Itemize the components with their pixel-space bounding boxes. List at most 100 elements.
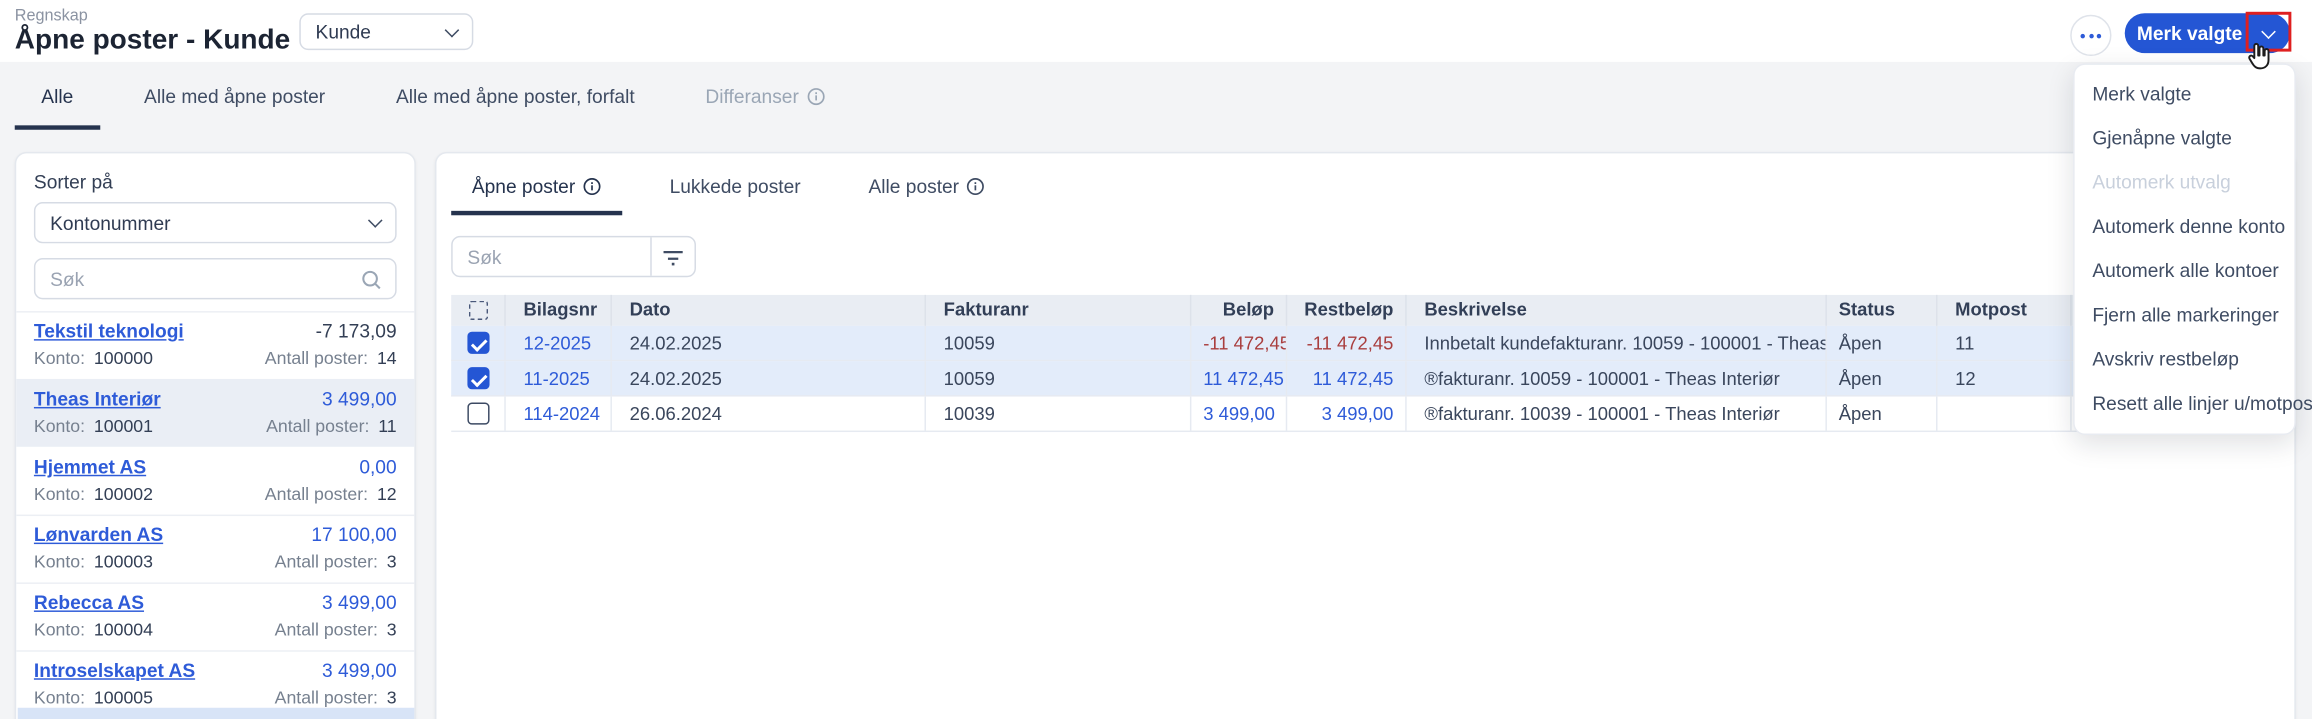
- menu-item[interactable]: Automerk alle kontoer: [2075, 249, 2295, 293]
- tab-apne-poster[interactable]: Åpne poster: [451, 156, 623, 216]
- table-search-input[interactable]: [452, 237, 651, 276]
- table-header-row: Bilagsnr Dato Fakturanr Beløp Restbeløp …: [451, 294, 2280, 326]
- col-beskrivelse[interactable]: Beskrivelse: [1407, 294, 1827, 326]
- account-name-link[interactable]: Rebecca AS: [34, 591, 144, 613]
- col-restbelop[interactable]: Restbeløp: [1287, 294, 1407, 326]
- belop-cell: 3 499,00: [1191, 396, 1288, 431]
- select-all-icon[interactable]: [468, 300, 488, 320]
- filter-button[interactable]: [650, 237, 694, 276]
- antall-poster-label: Antall poster:: [266, 415, 370, 437]
- tab-alle[interactable]: Alle: [15, 62, 99, 130]
- account-list-item[interactable]: Tekstil teknologi -7 173,09 Konto: 100000…: [16, 311, 415, 379]
- postings-table: Bilagsnr Dato Fakturanr Beløp Restbeløp …: [451, 294, 2280, 433]
- context-select[interactable]: Kunde: [299, 13, 474, 51]
- bilagsnr-link[interactable]: 11-2025: [506, 361, 612, 396]
- antall-poster-label: Antall poster:: [264, 347, 369, 369]
- restbelop-cell: -11 472,45: [1287, 325, 1407, 360]
- account-amount: 3 499,00: [322, 659, 397, 682]
- status-cell: Åpen: [1827, 396, 1938, 431]
- account-list-item[interactable]: Rebecca AS 3 499,00 Konto: 100004 Antall …: [16, 582, 415, 650]
- konto-value: 100004: [93, 619, 153, 640]
- merk-valgte-dropdown-toggle[interactable]: [2246, 13, 2290, 53]
- konto-label: Konto:: [33, 619, 86, 640]
- account-list-item[interactable]: Hjemmet AS 0,00 Konto: 100002 Antall post…: [16, 447, 414, 515]
- belop-cell: 11 472,45: [1191, 361, 1288, 396]
- account-amount: 3 499,00: [322, 387, 397, 410]
- bilagsnr-link[interactable]: 114-2024: [506, 396, 612, 431]
- col-status[interactable]: Status: [1827, 294, 1938, 326]
- konto-label: Konto:: [33, 687, 86, 708]
- postings-panel: Åpne poster Lukkede poster Alle poster S…: [434, 151, 2296, 719]
- restbelop-cell: 11 472,45: [1287, 361, 1407, 396]
- account-list-item[interactable]: Theas Interiør 3 499,00 Konto: 100001 Ant…: [16, 378, 415, 447]
- tab-differanser[interactable]: Differanser: [705, 62, 825, 130]
- context-select-value: Kunde: [315, 20, 371, 43]
- row-checkbox[interactable]: [466, 402, 489, 425]
- account-name-link[interactable]: Lønvarden AS: [34, 523, 163, 545]
- col-fakturanr[interactable]: Fakturanr: [926, 294, 1192, 326]
- col-dato[interactable]: Dato: [612, 294, 926, 326]
- antall-poster-value: 11: [378, 415, 397, 437]
- dato-cell: 24.02.2025: [612, 361, 926, 396]
- account-name-link[interactable]: Theas Interiør: [34, 388, 161, 410]
- account-name-link[interactable]: Hjemmet AS: [34, 456, 146, 478]
- col-motpost[interactable]: Motpost: [1937, 294, 2072, 326]
- menu-item[interactable]: Automerk denne konto: [2075, 205, 2295, 249]
- account-list-item[interactable]: Lønvarden AS 17 100,00 Konto: 100003 Anta…: [16, 514, 415, 583]
- merk-valgte-label: Merk valgte: [2136, 22, 2243, 45]
- merk-valgte-button[interactable]: Merk valgte: [2124, 13, 2290, 54]
- search-icon: [362, 270, 381, 290]
- info-icon: [807, 87, 825, 105]
- account-name-link[interactable]: Introselskapet AS: [34, 659, 195, 681]
- antall-poster-label: Antall poster:: [274, 687, 378, 708]
- table-row[interactable]: 11-2025 24.02.2025 10059 11 472,45 11 47…: [451, 361, 2280, 397]
- status-cell: Åpen: [1827, 361, 1938, 396]
- sort-select[interactable]: Kontonummer: [33, 202, 397, 244]
- konto-value: 100002: [93, 483, 153, 505]
- bilagsnr-link[interactable]: 12-2025: [506, 325, 612, 360]
- menu-item[interactable]: Merk valgte: [2075, 72, 2295, 116]
- more-actions-button[interactable]: [2070, 14, 2112, 57]
- col-belop[interactable]: Beløp: [1191, 294, 1288, 326]
- col-bilagsnr[interactable]: Bilagsnr: [506, 294, 612, 326]
- menu-item[interactable]: Automerk utvalg: [2075, 161, 2295, 205]
- menu-item[interactable]: Resett alle linjer u/motpost: [2075, 382, 2312, 426]
- account-name-link[interactable]: Tekstil teknologi: [34, 320, 184, 342]
- account-amount: -7 173,09: [315, 319, 397, 343]
- antall-poster-value: 3: [386, 551, 397, 573]
- tab-alle-med-apne-poster-forfalt[interactable]: Alle med åpne poster, forfalt: [396, 62, 635, 130]
- antall-poster-label: Antall poster:: [264, 483, 369, 505]
- antall-poster-value: 3: [386, 687, 397, 708]
- row-checkbox[interactable]: [466, 331, 489, 354]
- antall-poster-label: Antall poster:: [274, 551, 378, 573]
- konto-label: Konto:: [33, 415, 86, 437]
- breadcrumb: Regnskap: [14, 7, 88, 26]
- konto-label: Konto:: [33, 483, 86, 505]
- dato-cell: 24.02.2025: [612, 325, 926, 360]
- sidebar-scroll-strip[interactable]: [17, 707, 415, 719]
- dato-cell: 26.06.2024: [612, 396, 926, 431]
- tab-alle-med-apne-poster[interactable]: Alle med åpne poster: [144, 62, 325, 130]
- sort-select-value: Kontonummer: [50, 211, 171, 234]
- info-icon: [967, 177, 985, 195]
- menu-item[interactable]: Gjenåpne valgte: [2075, 116, 2295, 160]
- sidebar-search-input[interactable]: [35, 267, 396, 290]
- konto-value: 100000: [93, 347, 153, 369]
- antall-poster-label: Antall poster:: [274, 619, 378, 640]
- postings-tabs: Åpne poster Lukkede poster Alle poster: [451, 156, 2279, 216]
- sidebar-search: [33, 258, 397, 300]
- tab-alle-poster[interactable]: Alle poster: [869, 156, 986, 215]
- account-list: Tekstil teknologi -7 173,09 Konto: 100000…: [16, 311, 415, 718]
- menu-item[interactable]: Avskriv restbeløp: [2075, 338, 2295, 382]
- account-amount: 3 499,00: [322, 591, 397, 614]
- menu-item[interactable]: Fjern alle markeringer: [2075, 293, 2295, 337]
- antall-poster-value: 14: [376, 347, 397, 369]
- table-search-group: [451, 235, 696, 278]
- chevron-down-icon: [2260, 23, 2276, 39]
- table-row[interactable]: 114-2024 26.06.2024 10039 3 499,00 3 499…: [451, 396, 2280, 433]
- tab-lukkede-poster[interactable]: Lukkede poster: [670, 156, 801, 215]
- table-row[interactable]: 12-2025 24.02.2025 10059 -11 472,45 -11 …: [451, 325, 2280, 362]
- chevron-down-icon: [444, 22, 460, 37]
- page-tabs: Alle Alle med åpne poster Alle med åpne …: [0, 62, 2312, 130]
- row-checkbox[interactable]: [466, 367, 489, 390]
